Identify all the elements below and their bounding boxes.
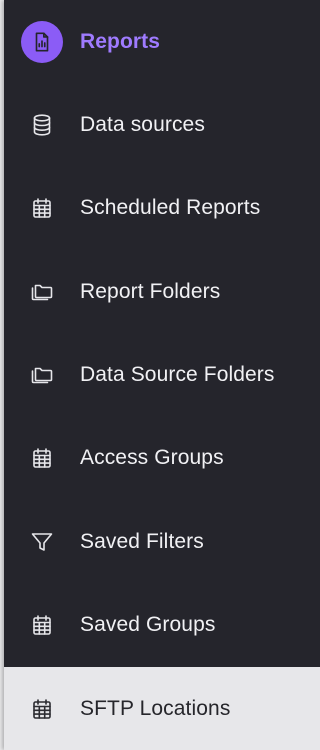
sidebar-item-label: Scheduled Reports: [80, 195, 261, 219]
sidebar-item-label: Saved Filters: [80, 529, 204, 553]
sidebar-item-access-groups[interactable]: Access Groups: [4, 416, 320, 499]
report-chart-icon: [21, 20, 63, 63]
sidebar-item-label: Saved Groups: [80, 612, 216, 636]
sidebar-item-label: Reports: [80, 29, 161, 53]
calendar-icon: [20, 687, 64, 731]
sidebar-item-label: Access Groups: [80, 445, 224, 469]
filter-icon: [20, 520, 64, 564]
sidebar-item-scheduled-reports[interactable]: Scheduled Reports: [4, 166, 320, 249]
database-icon: [20, 103, 64, 147]
folders-icon: [20, 353, 64, 397]
calendar-icon: [20, 186, 64, 230]
calendar-icon: [20, 436, 64, 480]
sidebar-item-saved-filters[interactable]: Saved Filters: [4, 500, 320, 583]
sidebar-item-label: Data sources: [80, 112, 205, 136]
sidebar-item-label: Report Folders: [80, 279, 221, 303]
sidebar-item-saved-groups[interactable]: Saved Groups: [4, 583, 320, 666]
sidebar-item-data-sources[interactable]: Data sources: [4, 83, 320, 166]
calendar-icon: [20, 603, 64, 647]
sidebar-item-label: Data Source Folders: [80, 362, 275, 386]
sidebar-nav: Reports Data sources Scheduled Reports R…: [4, 0, 320, 750]
folders-icon: [20, 270, 64, 314]
sidebar-item-sftp-locations[interactable]: SFTP Locations: [4, 667, 320, 750]
sidebar-item-reports[interactable]: Reports: [4, 0, 320, 83]
sidebar-item-data-source-folders[interactable]: Data Source Folders: [4, 333, 320, 416]
sidebar-item-report-folders[interactable]: Report Folders: [4, 250, 320, 333]
sidebar-item-label: SFTP Locations: [80, 696, 231, 720]
